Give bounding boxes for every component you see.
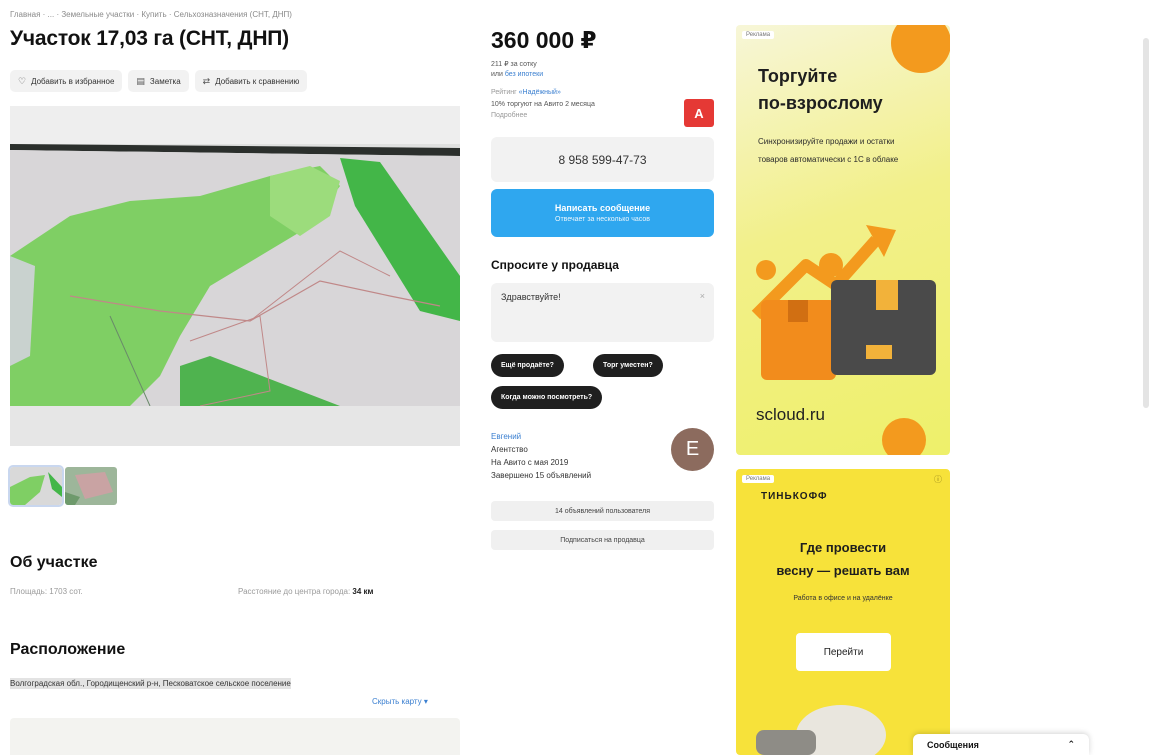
ad-cta-button[interactable]: Перейти — [796, 633, 891, 671]
ad-banner-tinkoff[interactable]: Реклама ⓘ ТИНЬКОФФ Где провести весну — … — [736, 469, 950, 755]
price-per-unit: 211 ₽ за сотку — [491, 61, 537, 68]
ask-seller-heading: Спросите у продавца — [491, 258, 619, 272]
map[interactable] — [10, 718, 460, 755]
ask-seller-input[interactable]: Здравствуйте! × — [491, 283, 714, 342]
thumbnail-1-image — [10, 467, 62, 505]
distance-label: Расстояние до центра города: — [238, 587, 351, 596]
rating-link[interactable]: «Надёжный» — [519, 89, 561, 96]
add-favorite-label: Добавить в избранное — [31, 76, 115, 86]
subscribe-seller-button[interactable]: Подписаться на продавца — [491, 530, 714, 550]
land-plan-image — [10, 106, 460, 446]
distance-param: Расстояние до центра города: 34 км — [238, 587, 373, 596]
scrollbar[interactable] — [1143, 38, 1149, 408]
area-value: 1703 сот. — [49, 587, 83, 596]
note-label: Заметка — [149, 76, 181, 86]
compare-label: Добавить к сравнению — [215, 76, 300, 86]
listing-actions: ♡ Добавить в избранное ▤ Заметка ⇄ Добав… — [10, 70, 308, 92]
ad-brand: ТИНЬКОФФ — [761, 491, 828, 502]
avatar[interactable]: Е — [671, 428, 714, 471]
ad-banner-scloud[interactable]: Реклама Торгуйте по-взрослому Синхронизи… — [736, 25, 950, 455]
distance-value: 34 км — [352, 587, 374, 596]
area-label: Площадь: — [10, 587, 48, 596]
address: Волгоградская обл., Городищенский р-н, П… — [10, 676, 320, 691]
write-message-label: Написать сообщение — [554, 203, 651, 213]
response-time-label: Отвечает за несколько часов — [555, 216, 650, 223]
seller-note: 10% торгуют на Авито 2 месяца — [491, 101, 595, 108]
seller-since: На Авито с мая 2019 — [491, 458, 569, 467]
breadcrumb[interactable]: Главная · ... · Земельные участки · Купи… — [10, 10, 292, 19]
address-text: Волгоградская обл., Городищенский р-н, П… — [10, 678, 291, 689]
ask-seller-text: Здравствуйте! — [501, 292, 561, 302]
clear-icon[interactable]: × — [700, 291, 705, 301]
seller-type: Агентство — [491, 445, 528, 454]
messenger-bar[interactable]: Сообщения ⌃ — [913, 734, 1089, 755]
ad-subtitle: Работа в офисе и на удалёнке — [793, 595, 893, 602]
write-message-button[interactable]: Написать сообщение Отвечает за несколько… — [491, 189, 714, 237]
quick-question-chip[interactable]: Торг уместен? — [593, 354, 663, 377]
avito-badge-icon: А — [684, 99, 714, 127]
ad-headline: Где провести весну — решать вам — [736, 536, 950, 582]
compare-icon: ⇄ — [202, 75, 211, 86]
mortgage-line: или без ипотеки — [491, 71, 543, 78]
page-title: Участок 17,03 га (СНТ, ДНП) — [10, 27, 289, 50]
ad-brand: scloud.ru — [756, 405, 825, 424]
mortgage-prefix: или — [491, 71, 503, 78]
rating-label: Рейтинг — [491, 89, 517, 96]
heart-icon: ♡ — [18, 75, 27, 86]
toggle-map-link[interactable]: Скрыть карту ▾ — [372, 697, 428, 706]
ad-headline: Торгуйте по-взрослому — [758, 63, 883, 117]
compare-button[interactable]: ⇄ Добавить к сравнению — [194, 70, 308, 92]
ad-headline-line-2: по-взрослому — [758, 93, 883, 113]
add-favorite-button[interactable]: ♡ Добавить в избранное — [10, 70, 123, 92]
note-icon: ▤ — [136, 75, 145, 86]
seller-listings-button[interactable]: 14 объявлений пользователя — [491, 501, 714, 521]
ad-body: Синхронизируйте продажи и остатки товаро… — [758, 137, 899, 164]
seller-info: Евгений Агентство На Авито с мая 2019 За… — [491, 430, 591, 482]
price: 360 000 ₽ — [491, 27, 597, 53]
mortgage-link[interactable]: без ипотеки — [505, 71, 543, 78]
quick-question-chip[interactable]: Ещё продаёте? — [491, 354, 564, 377]
note-button[interactable]: ▤ Заметка — [128, 70, 189, 92]
quick-question-chip[interactable]: Когда можно посмотреть? — [491, 386, 603, 409]
show-phone-button[interactable]: 8 958 599-47-73 — [491, 137, 714, 182]
photo-thumbnails — [8, 465, 117, 507]
messenger-label: Сообщения — [927, 739, 979, 750]
thumbnail-2-image — [65, 467, 117, 505]
thumbnail-1[interactable] — [8, 465, 64, 507]
ad-info-icon[interactable]: ⓘ — [934, 474, 942, 485]
ad-headline-line-1: Где провести — [799, 540, 887, 555]
seller-name[interactable]: Евгений — [491, 430, 591, 443]
area-param: Площадь: 1703 сот. — [10, 587, 83, 596]
thumbnail-2[interactable] — [65, 467, 117, 505]
seller-completed: Завершено 15 объявлений — [491, 471, 592, 480]
location-heading: Расположение — [10, 641, 126, 658]
ad-headline-line-2: весну — решать вам — [776, 563, 910, 578]
ad-label: Реклама — [742, 475, 775, 483]
ad-headline-line-1: Торгуйте — [758, 66, 838, 86]
about-heading: Об участке — [10, 554, 98, 571]
chevron-up-icon: ⌃ — [1067, 739, 1075, 749]
main-photo[interactable] — [10, 106, 460, 446]
seller-note-more[interactable]: Подробнее — [491, 112, 527, 119]
rating-line: Рейтинг «Надёжный» — [491, 89, 561, 96]
